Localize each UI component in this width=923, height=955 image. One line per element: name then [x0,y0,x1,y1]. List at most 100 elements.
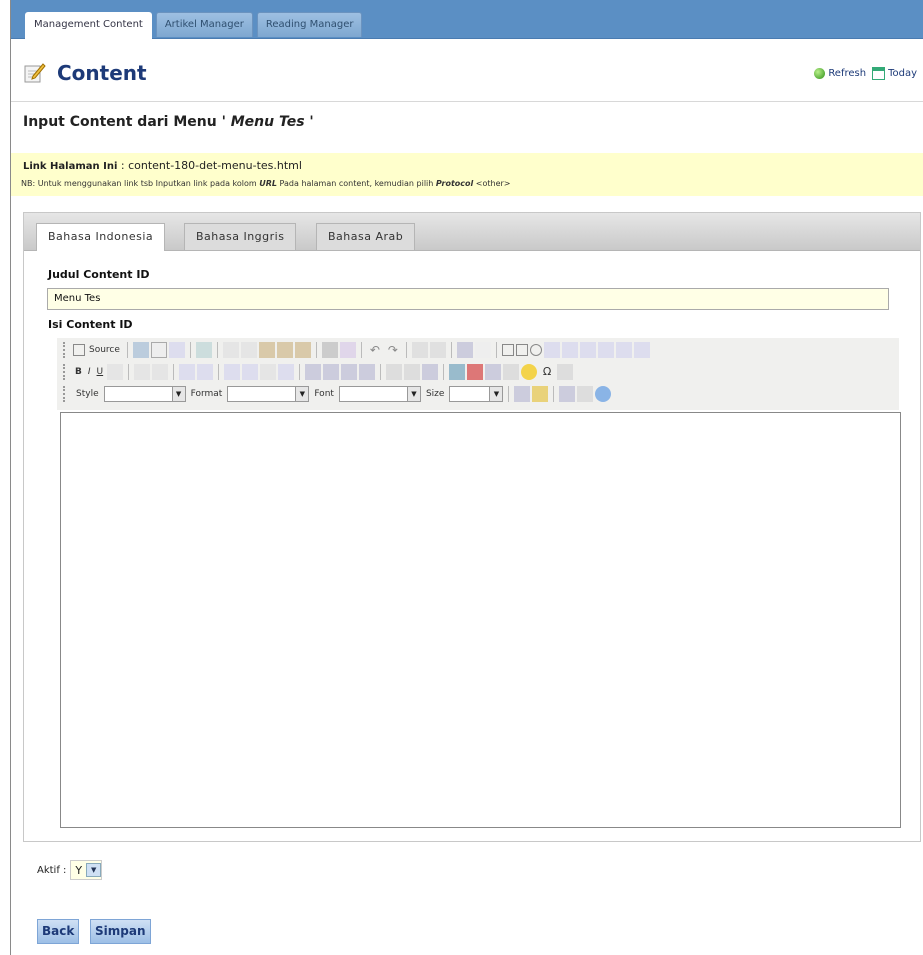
bold-button[interactable]: B [73,367,84,377]
underline-button[interactable]: U [95,367,106,377]
table-icon[interactable] [485,364,502,380]
tab-reading-manager[interactable]: Reading Manager [256,12,363,37]
tab-bahasa-inggris[interactable]: Bahasa Inggris [184,223,297,250]
numbered-list-icon[interactable] [179,364,196,380]
language-tabs: Bahasa Indonesia Bahasa Inggris Bahasa A… [24,213,920,251]
align-center-icon[interactable] [323,364,340,380]
templates-icon[interactable] [195,342,212,358]
outdent-icon[interactable] [224,364,241,380]
separator [315,342,317,358]
title-field-label: Judul Content ID [48,268,150,281]
source-button[interactable]: Source [87,345,122,355]
checkbox-icon[interactable] [515,344,528,356]
page-header: Content Refresh Today [11,39,923,102]
select-all-icon[interactable] [456,342,473,358]
smiley-icon[interactable] [521,364,538,380]
size-select[interactable]: ▼ [449,386,504,402]
separator [495,342,497,358]
title-input[interactable]: Menu Tes [47,288,889,310]
copy-icon[interactable] [240,342,257,358]
align-left-icon[interactable] [305,364,322,380]
subscript-icon[interactable] [134,364,151,380]
style-select[interactable]: ▼ [103,386,186,402]
show-blocks-icon[interactable] [577,386,594,402]
form-subtitle: Input Content dari Menu ' Menu Tes ' [23,114,314,130]
subtitle-prefix: Input Content dari Menu [23,114,222,130]
aktif-row: Aktif : Y ▼ [37,860,103,880]
align-right-icon[interactable] [341,364,358,380]
chevron-down-icon: ▼ [406,387,420,401]
format-select[interactable]: ▼ [227,386,310,402]
page: Management Content Artikel Manager Readi… [11,0,923,955]
horizontal-rule-icon[interactable] [503,364,520,380]
indent-icon[interactable] [242,364,259,380]
blockquote-icon[interactable] [260,364,277,380]
format-label: Format [190,389,223,399]
aktif-select[interactable]: Y ▼ [70,860,103,880]
redo-icon[interactable]: ↷ [385,342,401,358]
paste-text-icon[interactable] [276,342,293,358]
back-button[interactable]: Back [37,919,80,944]
top-nav: Management Content Artikel Manager Readi… [11,0,923,39]
background-color-icon[interactable] [532,386,549,402]
hidden-field-icon[interactable] [633,342,650,358]
undo-icon[interactable]: ↶ [367,342,383,358]
editor-content-area[interactable] [60,412,901,828]
separator [189,342,191,358]
font-label: Font [314,389,334,399]
note-text-2: Pada halaman content, kemudian pilih [277,179,436,188]
paste-word-icon[interactable] [294,342,311,358]
separator [443,364,445,380]
aktif-value: Y [75,863,83,877]
preview-icon[interactable] [168,342,185,358]
tab-artikel-manager[interactable]: Artikel Manager [155,12,253,37]
note-protocol: Protocol [435,179,474,188]
aktif-label: Aktif : [37,864,67,876]
unlink-icon[interactable] [404,364,421,380]
special-char-icon[interactable]: Ω [539,364,555,380]
spellcheck-icon[interactable] [339,342,356,358]
align-justify-icon[interactable] [359,364,376,380]
separator [299,364,301,380]
find-icon[interactable] [411,342,428,358]
cut-icon[interactable] [222,342,239,358]
button-field-icon[interactable] [597,342,614,358]
page-break-icon[interactable] [557,364,574,380]
bulleted-list-icon[interactable] [197,364,214,380]
anchor-icon[interactable] [422,364,439,380]
tab-bahasa-indonesia[interactable]: Bahasa Indonesia [36,223,166,251]
maximize-icon[interactable] [559,386,576,402]
separator [128,364,130,380]
today-button[interactable]: Today [872,67,917,80]
div-icon[interactable] [278,364,295,380]
textfield-icon[interactable] [543,342,560,358]
link-info-box: Link Halaman Ini : content-180-det-menu-… [11,153,923,196]
font-select[interactable]: ▼ [338,386,421,402]
strikethrough-icon[interactable] [107,364,124,380]
paste-icon[interactable] [258,342,275,358]
text-color-icon[interactable] [514,386,531,402]
save-icon[interactable] [132,342,149,358]
module-tabs: Management Content Artikel Manager Readi… [25,12,363,39]
superscript-icon[interactable] [152,364,169,380]
tab-management-content[interactable]: Management Content [25,12,152,39]
print-icon[interactable] [321,342,338,358]
link-value: content-180-det-menu-tes.html [128,159,302,172]
italic-button[interactable]: I [86,367,93,377]
refresh-button[interactable]: Refresh [814,68,866,79]
help-icon[interactable] [595,386,612,402]
new-page-icon[interactable] [150,342,167,358]
form-icon[interactable] [501,344,514,356]
separator [360,342,362,358]
radio-icon[interactable] [529,344,542,356]
remove-format-icon[interactable] [474,342,491,358]
replace-icon[interactable] [429,342,446,358]
select-field-icon[interactable] [579,342,596,358]
tab-bahasa-arab[interactable]: Bahasa Arab [316,223,416,250]
flash-icon[interactable] [467,364,484,380]
image-button-icon[interactable] [615,342,632,358]
save-button[interactable]: Simpan [90,919,151,944]
image-icon[interactable] [449,364,466,380]
textarea-icon[interactable] [561,342,578,358]
link-icon[interactable] [386,364,403,380]
